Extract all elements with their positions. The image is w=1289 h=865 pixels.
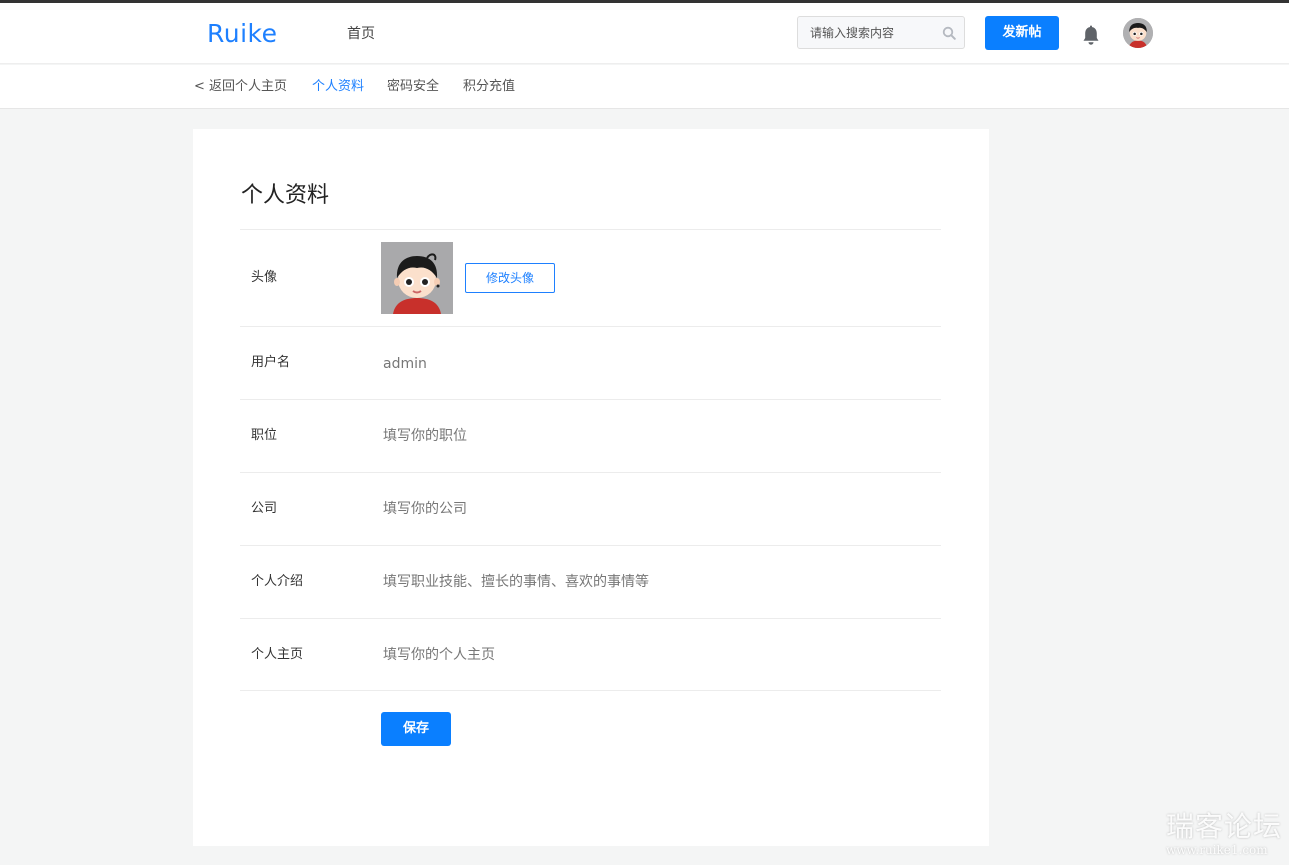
homepage-input[interactable] xyxy=(383,645,903,665)
logo[interactable]: Ruike xyxy=(207,19,278,49)
avatar-image xyxy=(1123,18,1153,48)
intro-label: 个人介绍 xyxy=(251,574,304,589)
header: Ruike 首页 发新帖 xyxy=(0,3,1289,64)
company-row: 公司 xyxy=(240,472,941,545)
avatar-image xyxy=(381,242,453,314)
intro-input[interactable] xyxy=(383,572,903,592)
user-avatar[interactable] xyxy=(1123,18,1153,48)
username-label: 用户名 xyxy=(251,355,291,370)
position-input[interactable] xyxy=(383,426,903,446)
change-avatar-button[interactable]: 修改头像 xyxy=(465,263,555,293)
save-button[interactable]: 保存 xyxy=(381,712,451,746)
watermark-name: 瑞客论坛 xyxy=(1166,810,1283,843)
nav-home-link[interactable]: 首页 xyxy=(347,24,375,44)
tab-points-recharge[interactable]: 积分充值 xyxy=(463,78,515,96)
homepage-row: 个人主页 xyxy=(240,618,941,691)
position-row: 职位 xyxy=(240,399,941,472)
search-input[interactable] xyxy=(798,17,938,48)
position-label: 职位 xyxy=(251,428,278,443)
watermark: 瑞客论坛 www.ruike1.com xyxy=(1164,810,1289,865)
page-title: 个人资料 xyxy=(241,183,330,208)
search-icon[interactable] xyxy=(942,26,956,40)
company-label: 公司 xyxy=(251,501,278,516)
tab-password-security[interactable]: 密码安全 xyxy=(387,78,439,96)
intro-row: 个人介绍 xyxy=(240,545,941,618)
company-input[interactable] xyxy=(383,499,903,519)
new-post-button[interactable]: 发新帖 xyxy=(985,16,1059,50)
username-row: 用户名 admin xyxy=(240,326,941,399)
avatar-label: 头像 xyxy=(251,270,278,285)
back-to-homepage-link[interactable]: < 返回个人主页 xyxy=(194,78,287,96)
profile-card: 个人资料 头像 修改头像 用户名 admin 职位 填写你的职位 公司 填写你的… xyxy=(193,129,989,846)
tab-profile[interactable]: 个人资料 xyxy=(312,78,364,96)
username-value: admin xyxy=(383,356,427,372)
sub-navigation: < 返回个人主页 个人资料 密码安全 积分充值 xyxy=(0,65,1289,109)
search-box xyxy=(797,16,965,49)
bell-icon[interactable] xyxy=(1081,25,1101,47)
homepage-label: 个人主页 xyxy=(251,647,304,662)
watermark-url: www.ruike1.com xyxy=(1166,843,1268,857)
avatar-row: 头像 修改头像 xyxy=(240,229,941,326)
